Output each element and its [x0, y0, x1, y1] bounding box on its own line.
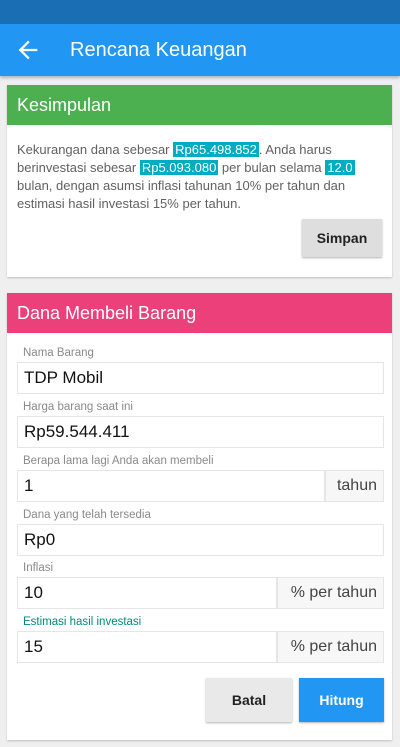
summary-text-part-3: per bulan selama: [218, 160, 326, 175]
inflation-input[interactable]: 10: [17, 577, 277, 609]
back-arrow-icon[interactable]: [14, 36, 42, 64]
summary-text-part-4: bulan, dengan asumsi inflasi tahunan 10%…: [17, 178, 346, 211]
shortfall-value: Rp65.498.852: [173, 142, 259, 157]
monthly-investment-value: Rp5.093.080: [139, 160, 219, 175]
return-unit: % per tahun: [277, 631, 384, 663]
cancel-button[interactable]: Batal: [206, 678, 292, 722]
years-label: Berapa lama lagi Anda akan membeli: [23, 455, 214, 467]
status-bar: [0, 0, 400, 24]
price-label: Harga barang saat ini: [23, 401, 133, 413]
item-name-label: Nama Barang: [23, 347, 94, 359]
return-input[interactable]: 15: [17, 631, 277, 663]
goal-form-card: Dana Membeli Barang Nama Barang TDP Mobi…: [7, 293, 392, 740]
funds-input[interactable]: Rp0: [17, 524, 384, 556]
summary-text-part-1: Kekurangan dana sebesar: [17, 142, 174, 157]
item-name-input[interactable]: TDP Mobil: [17, 362, 384, 394]
price-input[interactable]: Rp59.544.411: [17, 416, 384, 448]
calculate-button[interactable]: Hitung: [299, 678, 384, 722]
summary-card: Kesimpulan Kekurangan dana sebesar Rp65.…: [7, 85, 392, 277]
inflation-unit: % per tahun: [277, 577, 384, 609]
summary-text: Kekurangan dana sebesar Rp65.498.852. An…: [17, 141, 387, 213]
save-button[interactable]: Simpan: [302, 219, 382, 257]
form-header: Dana Membeli Barang: [7, 293, 392, 333]
years-input[interactable]: 1: [17, 470, 325, 502]
inflation-label: Inflasi: [23, 562, 54, 574]
app-bar: Rencana Keuangan: [0, 24, 400, 76]
app-title: Rencana Keuangan: [70, 39, 247, 61]
return-label: Estimasi hasil investasi: [23, 616, 142, 628]
summary-header: Kesimpulan: [7, 85, 392, 125]
years-unit: tahun: [325, 470, 384, 502]
months-value: 12.0: [325, 160, 355, 175]
funds-label: Dana yang telah tersedia: [23, 509, 151, 521]
